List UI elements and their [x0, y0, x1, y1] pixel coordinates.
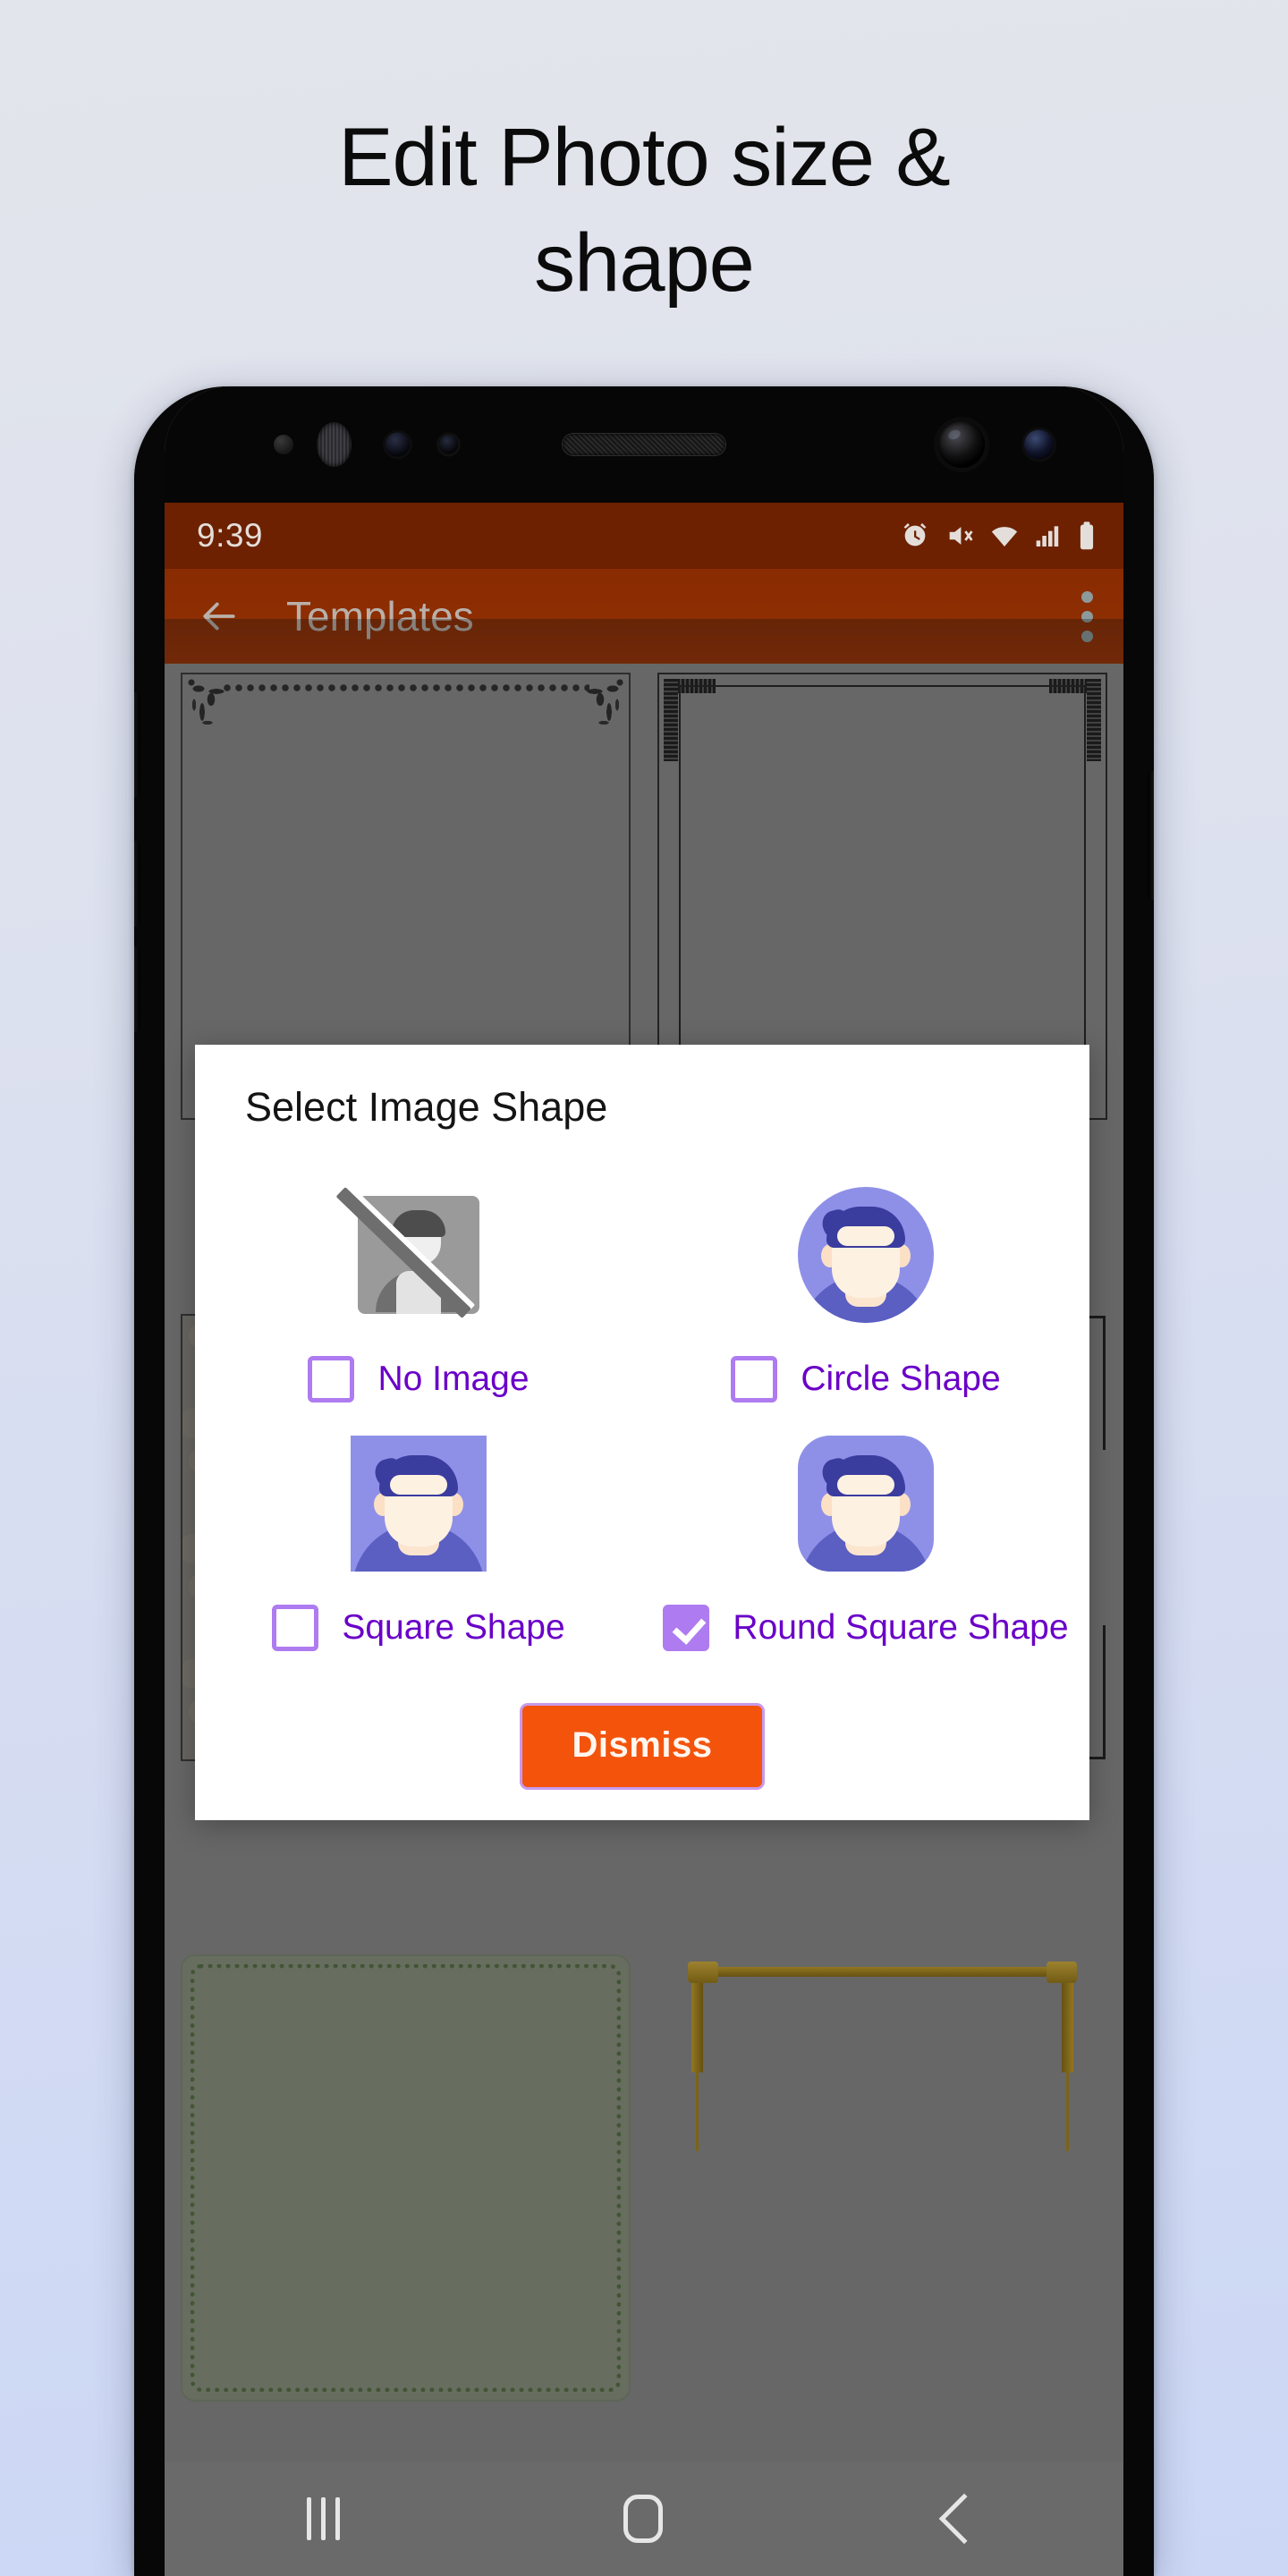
shape-option-square[interactable]: Square Shape	[195, 1419, 642, 1664]
dialog-actions: Dismiss	[195, 1703, 1089, 1790]
select-image-shape-dialog: Select Image Shape No Image Circle Shape…	[195, 1045, 1089, 1820]
alarm-icon	[903, 522, 927, 547]
status-time: 9:39	[197, 517, 264, 554]
battery-icon	[1080, 521, 1094, 550]
shape-options-grid: No Image Circle Shape Square Shape Round…	[195, 1170, 1089, 1664]
power-button[interactable]	[1148, 771, 1154, 900]
navigation-bar	[165, 2462, 1123, 2576]
shape-option-no-image[interactable]: No Image	[195, 1170, 642, 1415]
checkbox-round-square-shape[interactable]	[663, 1605, 710, 1651]
secondary-camera-icon	[1024, 429, 1054, 460]
status-bar: 9:39	[165, 503, 1123, 569]
iris-scanner-icon	[317, 422, 352, 467]
checkbox-no-image[interactable]	[308, 1356, 355, 1402]
shape-option-circle[interactable]: Circle Shape	[642, 1170, 1089, 1415]
light-sensor-icon	[386, 432, 410, 457]
checkbox-circle-shape[interactable]	[731, 1356, 778, 1402]
wifi-icon	[991, 527, 1018, 547]
page-title: Edit Photo size & shape	[338, 112, 951, 309]
earpiece-speaker-icon	[563, 434, 725, 455]
led-indicator-icon	[439, 435, 458, 454]
circle-avatar-art	[790, 1179, 942, 1331]
shape-label-circle: Circle Shape	[801, 1360, 1001, 1398]
recents-icon[interactable]	[306, 2497, 340, 2540]
front-camera-icon	[938, 421, 985, 468]
dialog-title: Select Image Shape	[245, 1084, 608, 1130]
volume-down-button[interactable]	[134, 841, 140, 927]
mute-icon	[949, 527, 973, 545]
no-image-art	[335, 1179, 495, 1331]
back-icon[interactable]	[938, 2493, 989, 2545]
status-icons	[900, 521, 1097, 551]
shape-label-square: Square Shape	[342, 1608, 565, 1647]
volume-up-button[interactable]	[134, 946, 140, 1032]
dismiss-button[interactable]: Dismiss	[519, 1703, 766, 1790]
home-icon[interactable]	[623, 2495, 663, 2543]
shape-label-round-square: Round Square Shape	[733, 1608, 1069, 1647]
round-square-avatar-art	[790, 1428, 942, 1580]
phone-top-bezel	[165, 386, 1123, 503]
checkbox-square-shape[interactable]	[272, 1605, 319, 1651]
shape-label-no-image: No Image	[377, 1360, 530, 1398]
shape-option-round-square[interactable]: Round Square Shape	[642, 1419, 1089, 1664]
bixby-button[interactable]	[134, 692, 140, 798]
proximity-sensor-icon	[274, 435, 293, 454]
square-avatar-art	[343, 1428, 495, 1580]
signal-icon	[1036, 526, 1059, 547]
